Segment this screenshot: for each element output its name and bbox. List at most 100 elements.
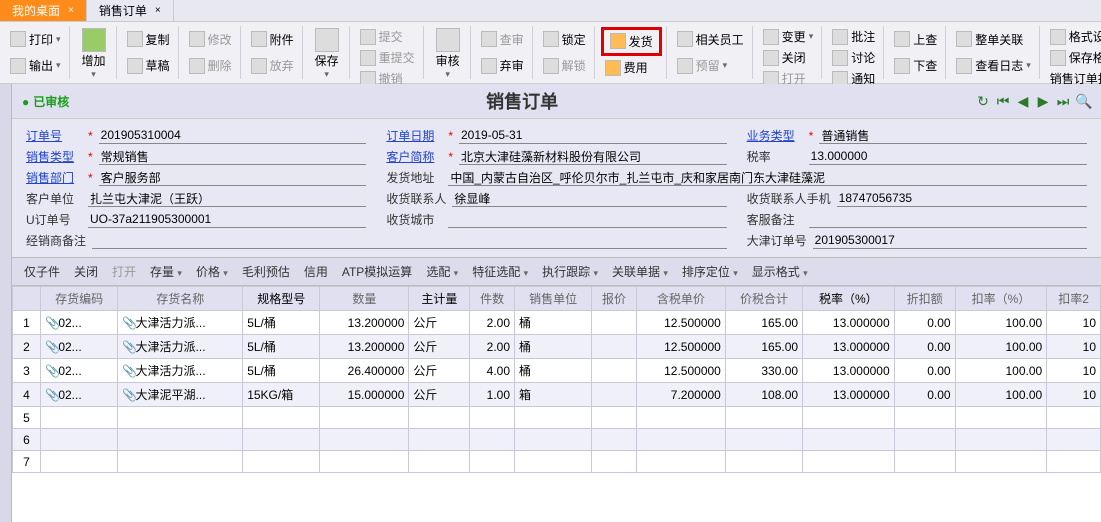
resubmit-icon [360, 50, 376, 66]
feature-button[interactable]: 特征选配 ▾ [466, 261, 534, 282]
modify-button[interactable]: 修改 [185, 29, 236, 50]
discuss-icon [832, 50, 848, 66]
assort-button[interactable]: 选配 ▾ [420, 261, 464, 282]
relate-button[interactable]: 关联单据 ▾ [606, 261, 674, 282]
up-icon [894, 31, 910, 47]
output-button[interactable]: 输出▾ [6, 55, 65, 76]
grid-toolbar: 仅子件 关闭 打开 存量 ▾ 价格 ▾ 毛利预估 信用 ATP模拟运算 选配 ▾… [12, 257, 1101, 286]
fee-icon [605, 60, 621, 76]
uorder-field[interactable] [88, 211, 366, 228]
attach-button[interactable]: 附件 [247, 29, 298, 50]
abandon-icon [251, 58, 267, 74]
price-button[interactable]: 价格 ▾ [190, 261, 234, 282]
whole-button[interactable]: 整单关联 [952, 29, 1035, 50]
ship-addr-field[interactable] [448, 169, 1087, 186]
discuss-button[interactable]: 讨论 [828, 47, 879, 68]
draft-button[interactable]: 草稿 [123, 55, 174, 76]
abandon-button[interactable]: 放弃 [247, 55, 298, 76]
atp-button[interactable]: ATP模拟运算 [336, 261, 418, 282]
date-label[interactable]: 订单日期 [386, 127, 442, 144]
resubmit-button[interactable]: 重提交 [356, 47, 419, 68]
recv-phone-field[interactable] [837, 190, 1087, 207]
tab-desktop[interactable]: 我的桌面× [0, 0, 87, 21]
copy-button[interactable]: 复制 [123, 29, 174, 50]
lock-button[interactable]: 锁定 [539, 29, 590, 50]
table-row[interactable]: 7 [13, 451, 1101, 473]
stock-button[interactable]: 存量 ▾ [144, 261, 188, 282]
submit-button[interactable]: 提交 [356, 26, 419, 47]
close-row-button[interactable]: 关闭 [68, 261, 104, 282]
close-icon[interactable]: × [68, 5, 74, 16]
saletype-field[interactable] [99, 148, 367, 165]
table-row[interactable]: 5 [13, 407, 1101, 429]
saletype-label[interactable]: 销售类型 [26, 148, 82, 165]
open-row-button[interactable]: 打开 [106, 261, 142, 282]
refresh-icon[interactable]: ↻ [975, 93, 991, 109]
cust-unit-field[interactable] [88, 190, 366, 207]
savefmt-button[interactable]: 保存格式 [1046, 47, 1101, 68]
delete-button[interactable]: 删除 [185, 55, 236, 76]
cust-abbr-label[interactable]: 客户简称 [386, 148, 442, 165]
print-button[interactable]: 打印▾ [6, 29, 65, 50]
only-child-button[interactable]: 仅子件 [18, 261, 66, 282]
down-button[interactable]: 下查 [890, 55, 941, 76]
add-button[interactable]: 增加▾ [76, 26, 112, 82]
fee-button[interactable]: 费用 [601, 57, 662, 78]
table-row[interactable]: 4📎 02...📎 大津泥平湖...15KG/箱15.000000公斤1.00箱… [13, 383, 1101, 407]
taxrate-field[interactable] [809, 148, 1087, 165]
fmt-button[interactable]: 格式设置 [1046, 26, 1101, 47]
search-icon[interactable]: 🔍 [1075, 93, 1091, 109]
review-button[interactable]: 查审 [477, 29, 528, 50]
submit-icon [360, 29, 376, 45]
credit-button[interactable]: 信用 [298, 261, 334, 282]
export-icon [10, 58, 26, 74]
up-button[interactable]: 上查 [890, 29, 941, 50]
recv-contact-label: 收货联系人 [386, 190, 446, 207]
biztype-label[interactable]: 业务类型 [747, 127, 803, 144]
sort-button[interactable]: 排序定位 ▾ [676, 261, 744, 282]
last-icon[interactable]: ⏭ [1055, 93, 1071, 109]
close-icon[interactable]: × [155, 5, 161, 16]
prev-icon[interactable]: ◀ [1015, 93, 1031, 109]
audit-button[interactable]: 审核▾ [430, 26, 466, 82]
gross-button[interactable]: 毛利预估 [236, 261, 296, 282]
tab-bar: 我的桌面× 销售订单× [0, 0, 1101, 22]
track-button[interactable]: 执行跟踪 ▾ [536, 261, 604, 282]
cust-abbr-field[interactable] [459, 148, 727, 165]
table-row[interactable]: 1📎 02...📎 大津活力派...5L/桶13.200000公斤2.00桶12… [13, 311, 1101, 335]
batch-button[interactable]: 批注 [828, 26, 879, 47]
left-rail[interactable] [0, 84, 12, 522]
date-field[interactable] [459, 127, 727, 144]
giveup-button[interactable]: 弃审 [477, 55, 528, 76]
display-button[interactable]: 显示格式 ▾ [746, 261, 814, 282]
biztype-field[interactable] [819, 127, 1087, 144]
order-no-label[interactable]: 订单号 [26, 127, 82, 144]
dept-label[interactable]: 销售部门 [26, 169, 82, 186]
log-button[interactable]: 查看日志▾ [952, 55, 1035, 76]
order-no-field[interactable] [99, 127, 367, 144]
table-row[interactable]: 6 [13, 429, 1101, 451]
dj-order-field[interactable] [813, 232, 1087, 249]
data-grid[interactable]: 存货编码存货名称规格型号 数量主计量件数 销售单位报价含税单价 价税合计税率（%… [12, 286, 1101, 522]
close-button[interactable]: 关闭 [759, 47, 818, 68]
related-button[interactable]: 相关员工 [673, 29, 748, 50]
tab-sales-order[interactable]: 销售订单× [87, 0, 174, 21]
next-icon[interactable]: ▶ [1035, 93, 1051, 109]
table-row[interactable]: 3📎 02...📎 大津活力派...5L/桶26.400000公斤4.00桶12… [13, 359, 1101, 383]
dept-field[interactable] [99, 169, 367, 186]
first-icon[interactable]: ⏮ [995, 93, 1011, 109]
dealer-remark-field[interactable] [92, 232, 727, 249]
cust-remark-field[interactable] [809, 211, 1087, 228]
save-button[interactable]: 保存▾ [309, 26, 345, 82]
change-button[interactable]: 变更▾ [759, 26, 818, 47]
recv-contact-field[interactable] [452, 190, 726, 207]
cust-remark-label: 客服备注 [747, 211, 803, 228]
cust-unit-label: 客户单位 [26, 190, 82, 207]
unlock-button[interactable]: 解锁 [539, 55, 590, 76]
recv-city-field[interactable] [448, 211, 726, 228]
review-icon [481, 31, 497, 47]
reserve-button[interactable]: 预留▾ [673, 55, 748, 76]
users-icon [677, 31, 693, 47]
ship-button[interactable]: 发货 [606, 31, 657, 52]
table-row[interactable]: 2📎 02...📎 大津活力派...5L/桶13.200000公斤2.00桶12… [13, 335, 1101, 359]
